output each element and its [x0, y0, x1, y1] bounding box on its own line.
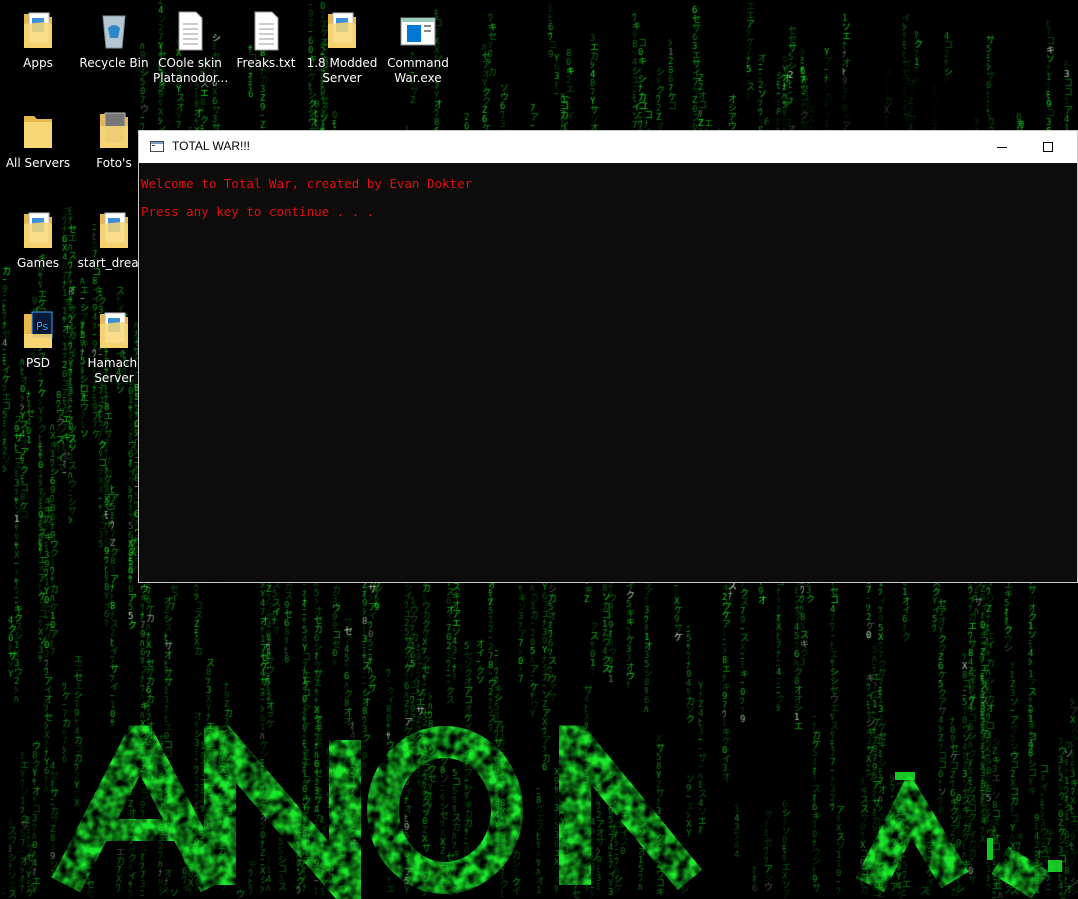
- desktop-icon-apps-folder[interactable]: Apps: [1, 8, 75, 71]
- desktop-icon-label: Recycle Bin: [79, 56, 149, 70]
- console-output[interactable]: Welcome to Total War, created by Evan Do…: [139, 163, 1077, 582]
- desktop-icon-label: Freaks.txt: [236, 56, 296, 70]
- console-line-welcome: Welcome to Total War, created by Evan Do…: [141, 176, 473, 191]
- desktop-icon-games-folder[interactable]: Games: [1, 208, 75, 271]
- minimize-icon: [997, 147, 1007, 148]
- psd-folder-icon: Ps: [24, 311, 53, 348]
- desktop-icon-label: Apps: [23, 56, 53, 70]
- all-servers-folder-icon: [24, 116, 52, 148]
- maximize-icon: [1043, 142, 1053, 152]
- start-dream-folder-icon: [100, 212, 128, 248]
- desktop-icon-modded-server-folder[interactable]: 1.8 Modded Server: [305, 8, 379, 86]
- apps-folder-icon: [24, 12, 52, 48]
- desktop: Apps Recycle Bin COole skin Platanodor... F…: [0, 0, 1078, 899]
- games-folder-icon: [24, 212, 52, 248]
- desktop-icon-recycle-bin[interactable]: Recycle Bin: [77, 8, 151, 71]
- desktop-icon-label: 1.8 Modded Server: [306, 56, 378, 85]
- desktop-icon-label: COole skin Platanodor...: [153, 56, 229, 85]
- recycle-bin-icon: [102, 15, 126, 49]
- console-window[interactable]: TOTAL WAR!!! Welcome to Total War, creat…: [138, 130, 1078, 583]
- desktop-icon-all-servers-folder[interactable]: All Servers: [1, 108, 75, 171]
- window-title: TOTAL WAR!!!: [172, 139, 251, 153]
- desktop-icon-psd-folder[interactable]: Ps PSD: [1, 308, 75, 371]
- svg-text:Ps: Ps: [36, 320, 48, 333]
- console-app-icon: [150, 141, 164, 152]
- freaks-txt-file-icon: [254, 11, 279, 51]
- fotos-folder-icon: [100, 112, 128, 148]
- desktop-icon-label: PSD: [25, 356, 51, 370]
- desktop-icon-command-war-exe[interactable]: Command War.exe: [381, 8, 455, 86]
- minimize-button[interactable]: [979, 131, 1025, 163]
- desktop-icon-freaks-txt-file[interactable]: Freaks.txt: [229, 8, 303, 71]
- console-line-prompt: Press any key to continue . . .: [141, 204, 375, 219]
- hamachi-server-folder-icon: [100, 312, 128, 348]
- maximize-button[interactable]: [1025, 131, 1071, 163]
- desktop-icon-coole-skin-file[interactable]: COole skin Platanodor...: [153, 8, 229, 86]
- command-war-exe-icon: [400, 17, 436, 46]
- desktop-icon-label: Games: [17, 256, 59, 270]
- coole-skin-file-icon: [178, 11, 203, 51]
- title-bar[interactable]: TOTAL WAR!!!: [139, 131, 1077, 163]
- desktop-icon-label: All Servers: [5, 156, 71, 170]
- modded-server-folder-icon: [328, 12, 356, 48]
- desktop-icon-label: Command War.exe: [387, 56, 449, 85]
